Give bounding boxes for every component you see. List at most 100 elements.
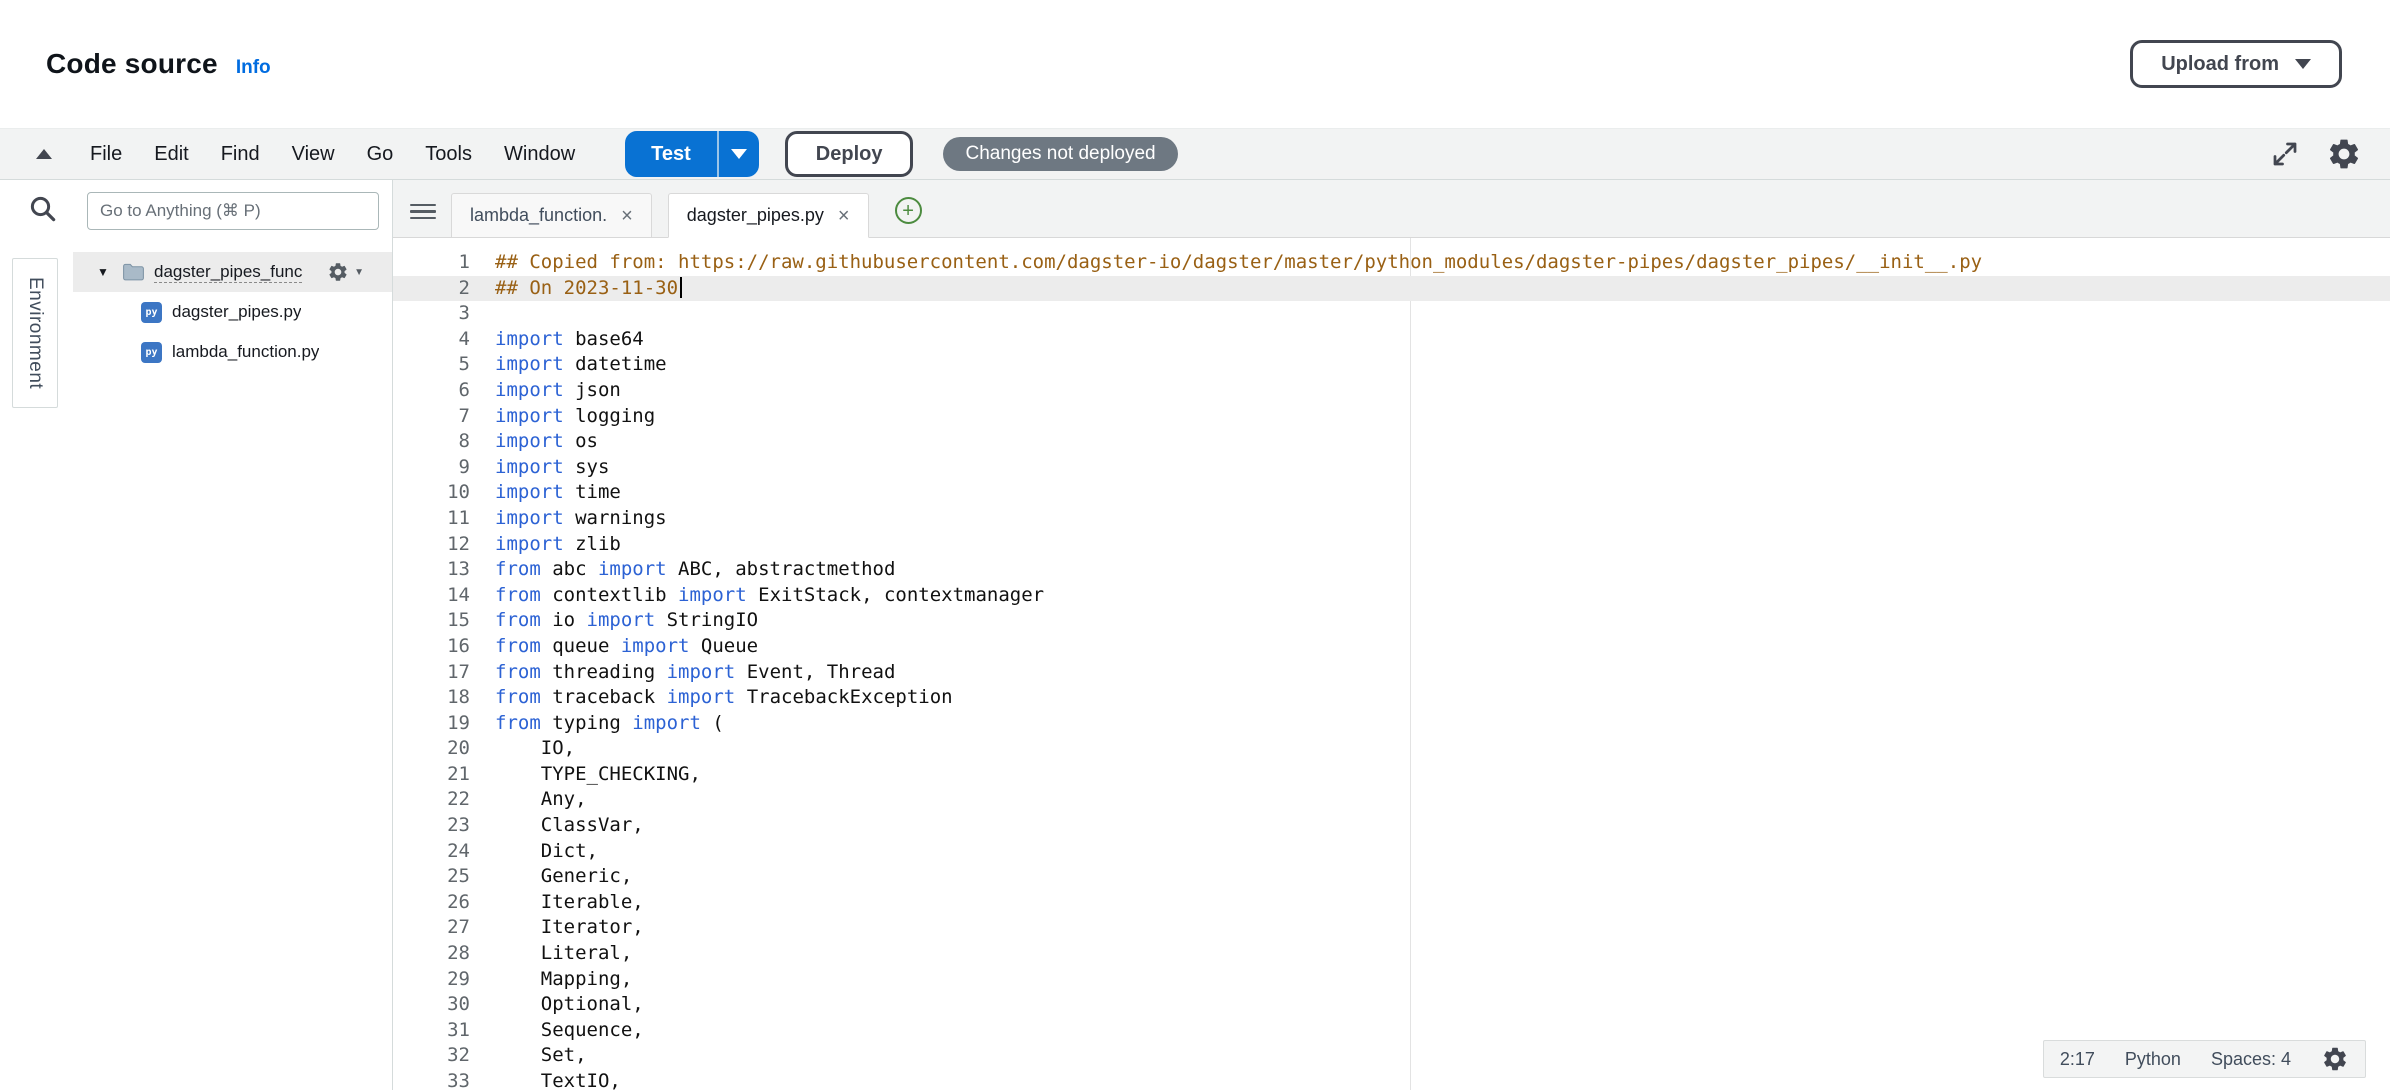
line-number: 13 xyxy=(393,557,470,583)
code-line-27[interactable]: 27 Iterator, xyxy=(393,915,2390,941)
chevron-down-icon: ▼ xyxy=(354,267,364,278)
code-line-23[interactable]: 23 ClassVar, xyxy=(393,813,2390,839)
code-line-5[interactable]: 5import datetime xyxy=(393,352,2390,378)
line-number: 14 xyxy=(393,583,470,609)
test-button[interactable]: Test xyxy=(625,131,717,177)
line-number: 29 xyxy=(393,967,470,993)
indent-setting[interactable]: Spaces: 4 xyxy=(2211,1049,2291,1070)
upload-from-button[interactable]: Upload from xyxy=(2130,40,2342,88)
cursor-position[interactable]: 2:17 xyxy=(2060,1049,2095,1070)
close-tab-icon[interactable]: × xyxy=(621,206,633,226)
code-line-7[interactable]: 7import logging xyxy=(393,404,2390,430)
code-text: from typing import ( xyxy=(470,711,724,737)
menu-view[interactable]: View xyxy=(276,128,351,180)
code-line-28[interactable]: 28 Literal, xyxy=(393,941,2390,967)
code-line-15[interactable]: 15from io import StringIO xyxy=(393,608,2390,634)
code-line-26[interactable]: 26 Iterable, xyxy=(393,890,2390,916)
folder-label: dagster_pipes_func xyxy=(154,262,302,283)
code-line-8[interactable]: 8import os xyxy=(393,429,2390,455)
folder-expand-icon[interactable]: ▼ xyxy=(97,265,113,279)
code-line-1[interactable]: 1## Copied from: https://raw.githubuserc… xyxy=(393,250,2390,276)
code-line-12[interactable]: 12import zlib xyxy=(393,532,2390,558)
code-line-17[interactable]: 17from threading import Event, Thread xyxy=(393,660,2390,686)
tab-bar: lambda_function.×dagster_pipes.py× + xyxy=(393,180,2390,238)
code-text: Iterator, xyxy=(470,915,644,941)
code-line-16[interactable]: 16from queue import Queue xyxy=(393,634,2390,660)
deploy-button[interactable]: Deploy xyxy=(785,131,914,177)
tree-item-lambda-function-py[interactable]: py lambda_function.py xyxy=(73,332,392,372)
line-number: 6 xyxy=(393,378,470,404)
menu-window[interactable]: Window xyxy=(488,128,591,180)
file-label: dagster_pipes.py xyxy=(172,302,301,322)
code-text: Dict, xyxy=(470,839,598,865)
status-settings-gear-icon[interactable] xyxy=(2321,1045,2349,1073)
code-line-13[interactable]: 13from abc import ABC, abstractmethod xyxy=(393,557,2390,583)
folder-settings-gear-icon[interactable]: ▼ xyxy=(327,261,364,283)
new-tab-button[interactable]: + xyxy=(895,197,922,224)
code-text: from io import StringIO xyxy=(470,608,758,634)
code-text: Sequence, xyxy=(470,1018,644,1044)
code-line-11[interactable]: 11import warnings xyxy=(393,506,2390,532)
tree-item-dagster-pipes-func[interactable]: ▼ dagster_pipes_func ▼ xyxy=(73,252,392,292)
line-number: 17 xyxy=(393,660,470,686)
code-line-9[interactable]: 9import sys xyxy=(393,455,2390,481)
line-number: 11 xyxy=(393,506,470,532)
collapse-panel-icon[interactable] xyxy=(36,149,52,159)
code-line-29[interactable]: 29 Mapping, xyxy=(393,967,2390,993)
code-line-24[interactable]: 24 Dict, xyxy=(393,839,2390,865)
line-number: 19 xyxy=(393,711,470,737)
code-text: Mapping, xyxy=(470,967,632,993)
environment-tab[interactable]: Environment xyxy=(12,258,58,408)
code-line-4[interactable]: 4import base64 xyxy=(393,327,2390,353)
tab-dagster-pipes-py[interactable]: dagster_pipes.py× xyxy=(668,193,869,238)
code-line-22[interactable]: 22 Any, xyxy=(393,787,2390,813)
menu-edit[interactable]: Edit xyxy=(138,128,204,180)
line-number: 28 xyxy=(393,941,470,967)
tab-label: lambda_function. xyxy=(470,205,607,226)
code-line-10[interactable]: 10import time xyxy=(393,480,2390,506)
menu-go[interactable]: Go xyxy=(351,128,410,180)
file-tree: ▼dagster_pipes_func▼pydagster_pipes.pypy… xyxy=(73,252,392,372)
info-link[interactable]: Info xyxy=(236,57,271,79)
python-file-icon: py xyxy=(141,342,162,363)
line-number: 30 xyxy=(393,992,470,1018)
language-mode[interactable]: Python xyxy=(2125,1049,2181,1070)
line-number: 5 xyxy=(393,352,470,378)
goto-anything-input[interactable] xyxy=(87,192,379,230)
code-line-18[interactable]: 18from traceback import TracebackExcepti… xyxy=(393,685,2390,711)
line-number: 2 xyxy=(393,276,470,302)
code-line-25[interactable]: 25 Generic, xyxy=(393,864,2390,890)
test-dropdown-button[interactable] xyxy=(717,131,759,177)
line-number: 23 xyxy=(393,813,470,839)
code-line-20[interactable]: 20 IO, xyxy=(393,736,2390,762)
code-line-19[interactable]: 19from typing import ( xyxy=(393,711,2390,737)
tree-item-dagster-pipes-py[interactable]: pydagster_pipes.py xyxy=(73,292,392,332)
code-line-2[interactable]: 2## On 2023-11-30 xyxy=(393,276,2390,302)
code-line-21[interactable]: 21 TYPE_CHECKING, xyxy=(393,762,2390,788)
tab-list-icon[interactable] xyxy=(410,204,436,220)
fullscreen-icon[interactable] xyxy=(2270,139,2300,169)
code-line-30[interactable]: 30 Optional, xyxy=(393,992,2390,1018)
text-cursor xyxy=(680,277,682,298)
code-text: import base64 xyxy=(470,327,644,353)
sidebar-strip: Environment xyxy=(0,180,73,1090)
lambda-code-editor-panel: Code source Info Upload from FileEditFin… xyxy=(0,0,2390,1090)
code-line-6[interactable]: 6import json xyxy=(393,378,2390,404)
search-icon xyxy=(28,194,58,224)
code-text: from queue import Queue xyxy=(470,634,758,660)
code-text: import sys xyxy=(470,455,609,481)
code-line-3[interactable]: 3 xyxy=(393,301,2390,327)
line-number: 3 xyxy=(393,301,470,327)
settings-gear-icon[interactable] xyxy=(2326,136,2362,172)
tab-lambda-function[interactable]: lambda_function. × xyxy=(451,193,652,237)
code-line-14[interactable]: 14from contextlib import ExitStack, cont… xyxy=(393,583,2390,609)
menu-tools[interactable]: Tools xyxy=(409,128,488,180)
editor-menubar: FileEditFindViewGoToolsWindow Test Deplo… xyxy=(0,128,2390,180)
menu-find[interactable]: Find xyxy=(205,128,276,180)
code-text: IO, xyxy=(470,736,575,762)
line-number: 18 xyxy=(393,685,470,711)
code-editor[interactable]: 1## Copied from: https://raw.githubuserc… xyxy=(393,238,2390,1090)
close-tab-icon[interactable]: × xyxy=(838,206,850,226)
menu-file[interactable]: File xyxy=(74,128,138,180)
file-label: lambda_function.py xyxy=(172,342,319,362)
